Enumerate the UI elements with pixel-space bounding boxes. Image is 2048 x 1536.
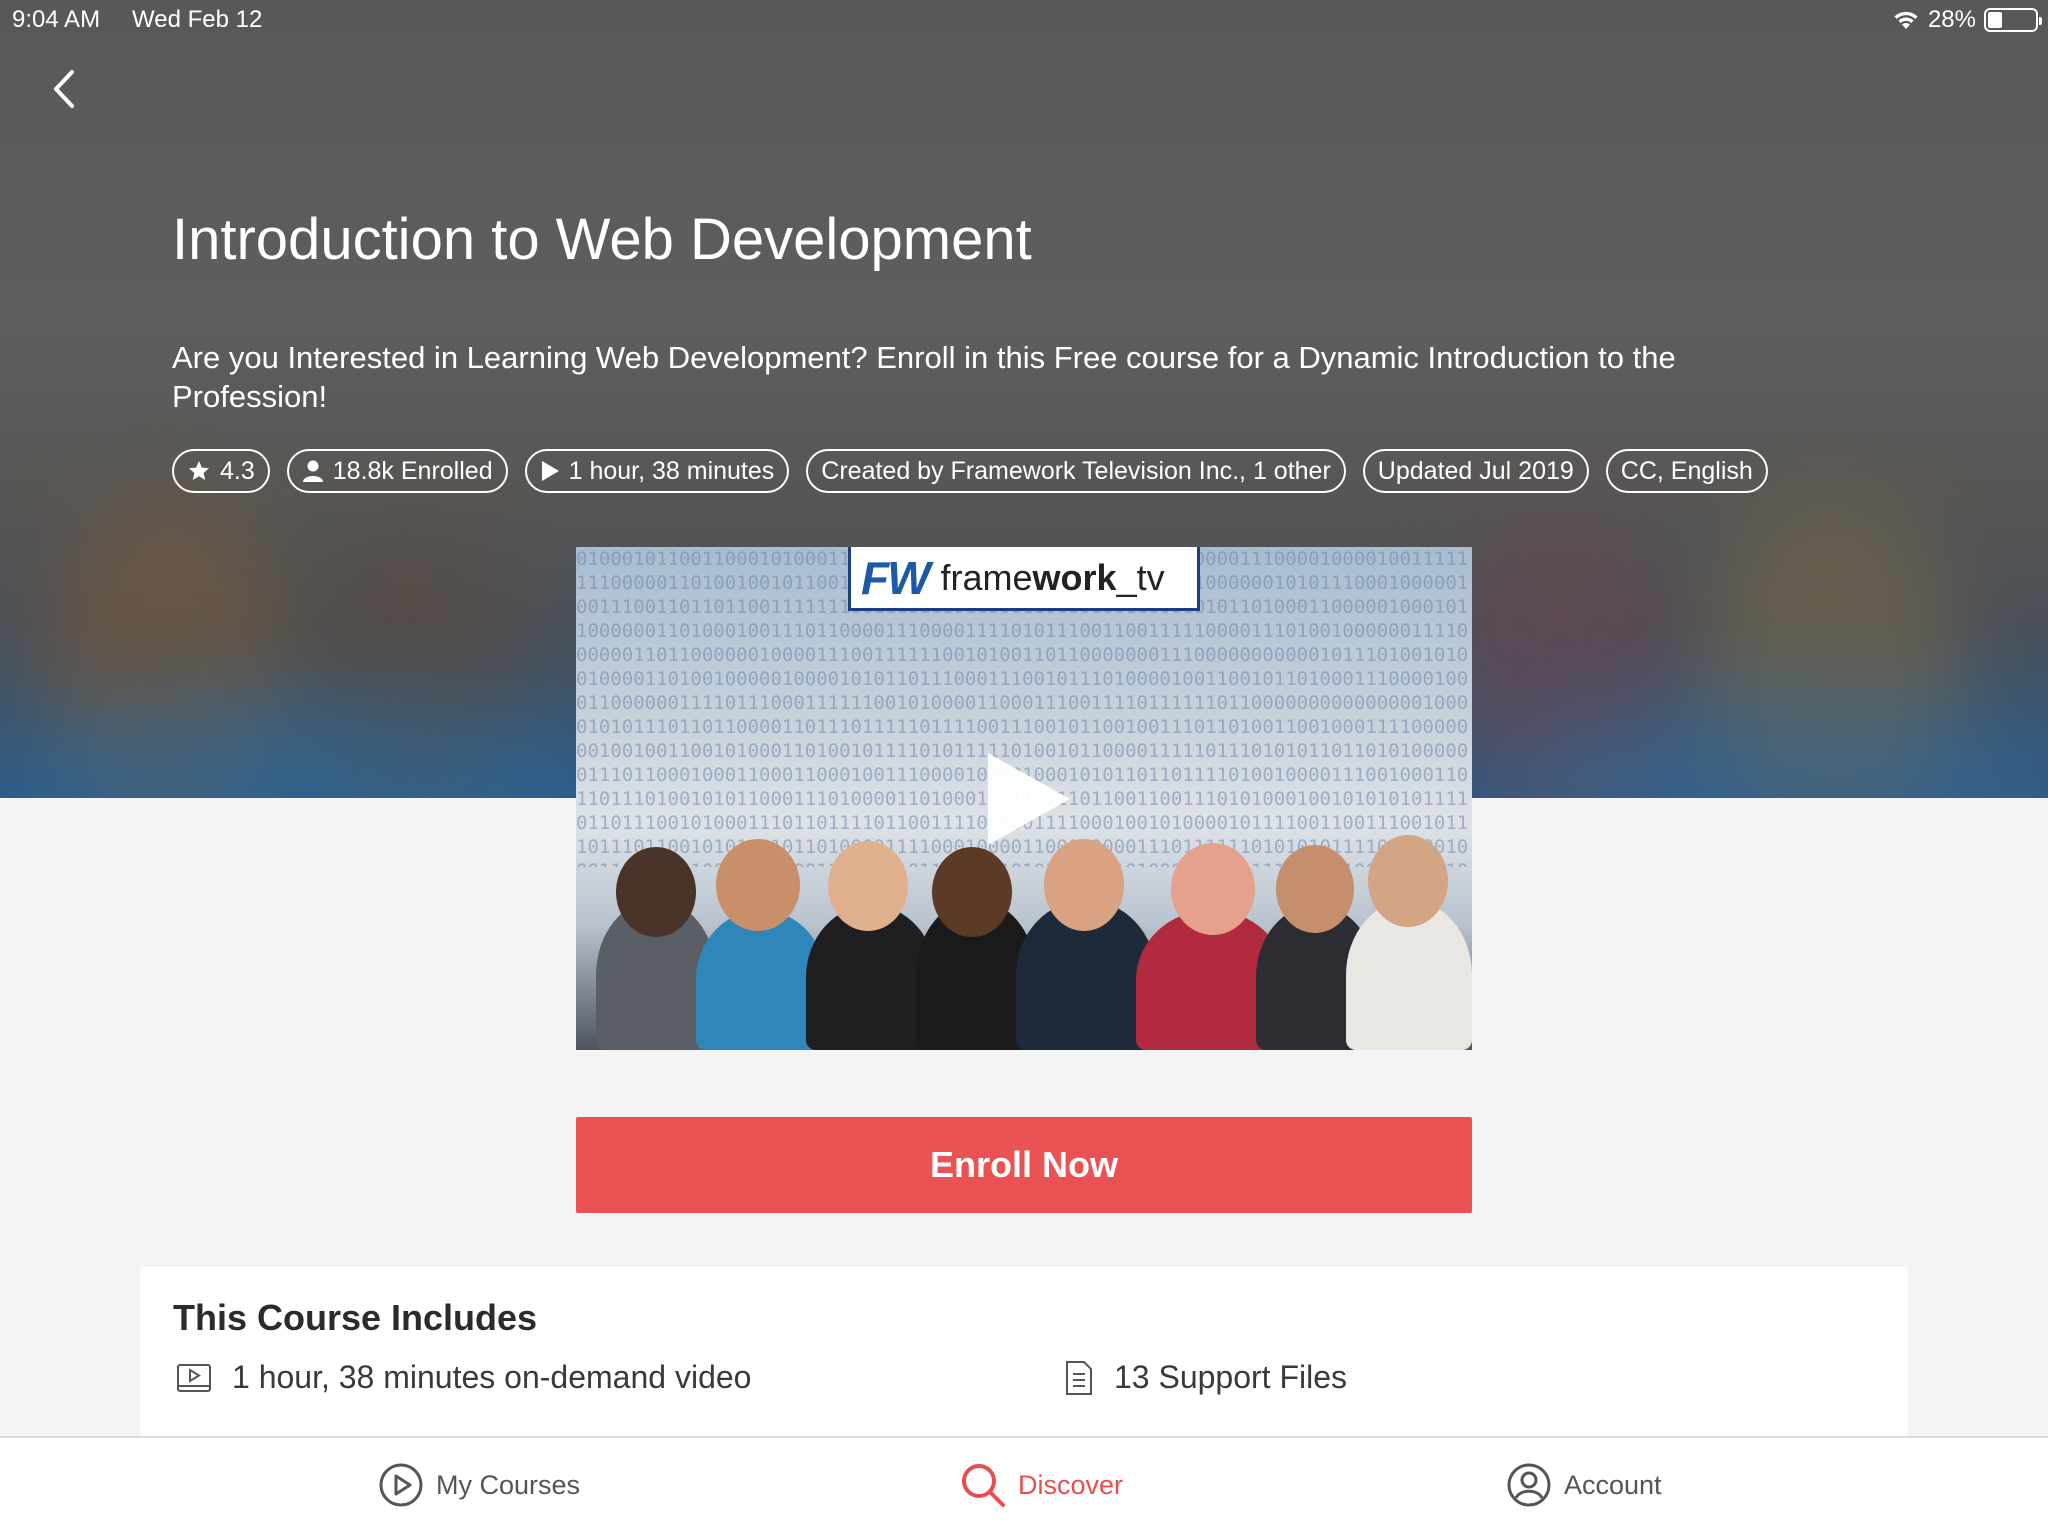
enrolled-chip: 18.8k Enrolled [286,449,508,493]
enrolled-count: 18.8k Enrolled [332,456,493,485]
tab-my-courses[interactable]: My Courses [378,1462,580,1508]
presenter-head [1276,845,1354,933]
presenters-group-image [576,827,1472,1050]
captions-chip: CC, English [1605,449,1768,493]
battery-icon [1984,8,2042,32]
course-meta-chips: 4.3 18.8k Enrolled 1 hour, 38 minutes Cr… [172,449,1768,493]
tab-label: Discover [1018,1469,1124,1500]
status-bar: 9:04 AM Wed Feb 12 28% [0,0,2048,40]
presenter-head [1044,839,1124,931]
course-includes-card: This Course Includes 1 hour, 38 minutes … [140,1267,1908,1437]
course-preview-video[interactable]: 0100010110011000101000110010011001001001… [576,547,1472,1050]
video-icon [177,1363,211,1392]
includes-item-label: 1 hour, 38 minutes on-demand video [232,1359,752,1395]
star-icon [189,461,209,480]
course-title: Introduction to Web Development [172,207,1032,272]
presenter-head [716,839,800,931]
logo-wordmark: framework_tv [941,557,1165,599]
tab-discover[interactable]: Discover [960,1462,1123,1508]
account-icon [1507,1463,1551,1507]
duration-chip: 1 hour, 38 minutes [524,449,790,493]
back-chevron-icon[interactable] [44,64,84,114]
status-date: Wed Feb 12 [132,6,263,33]
logo-text-regular: frame [940,556,1033,598]
duration-value: 1 hour, 38 minutes [568,456,775,485]
wifi-icon [1894,11,1918,29]
presenter-head [1171,843,1255,935]
creator-text: Created by Framework Television Inc., 1 … [821,456,1331,485]
framework-tv-logo: FW framework_tv [848,547,1200,611]
person-icon [302,460,323,482]
includes-heading: This Course Includes [173,1297,538,1338]
bottom-tab-bar: My Courses Discover Account [0,1436,2048,1536]
status-time: 9:04 AM [12,6,101,33]
course-description: Are you Interested in Learning Web Devel… [172,340,1676,414]
presenter-head [616,847,696,937]
logo-mark: FW [861,551,931,604]
battery-percent: 28% [1927,6,1976,33]
tab-account[interactable]: Account [1506,1462,1662,1508]
updated-text: Updated Jul 2019 [1377,456,1574,485]
logo-text-suffix: _tv [1116,556,1165,598]
presenter-head [828,841,908,931]
presenter-head [932,847,1012,937]
updated-chip: Updated Jul 2019 [1362,449,1589,493]
tab-label: Account [1564,1469,1662,1500]
tab-label: My Courses [436,1469,581,1500]
play-icon [541,461,559,481]
includes-item: 1 hour, 38 minutes on-demand video [176,1359,751,1396]
play-circle-icon [379,1463,423,1507]
document-icon [1066,1360,1092,1395]
enroll-now-button[interactable]: Enroll Now [576,1117,1472,1213]
includes-item: 13 Support Files [1064,1359,1347,1396]
play-video-icon[interactable] [984,749,1074,849]
logo-text-bold: work [1032,556,1117,598]
rating-value: 4.3 [220,456,255,485]
includes-item-label: 13 Support Files [1114,1359,1348,1395]
presenter-head [1368,835,1448,927]
search-icon [962,1464,1005,1507]
captions-text: CC, English [1620,456,1753,485]
status-right: 28% [1892,6,2042,34]
rating-chip: 4.3 [172,449,270,493]
creator-chip[interactable]: Created by Framework Television Inc., 1 … [806,449,1346,493]
